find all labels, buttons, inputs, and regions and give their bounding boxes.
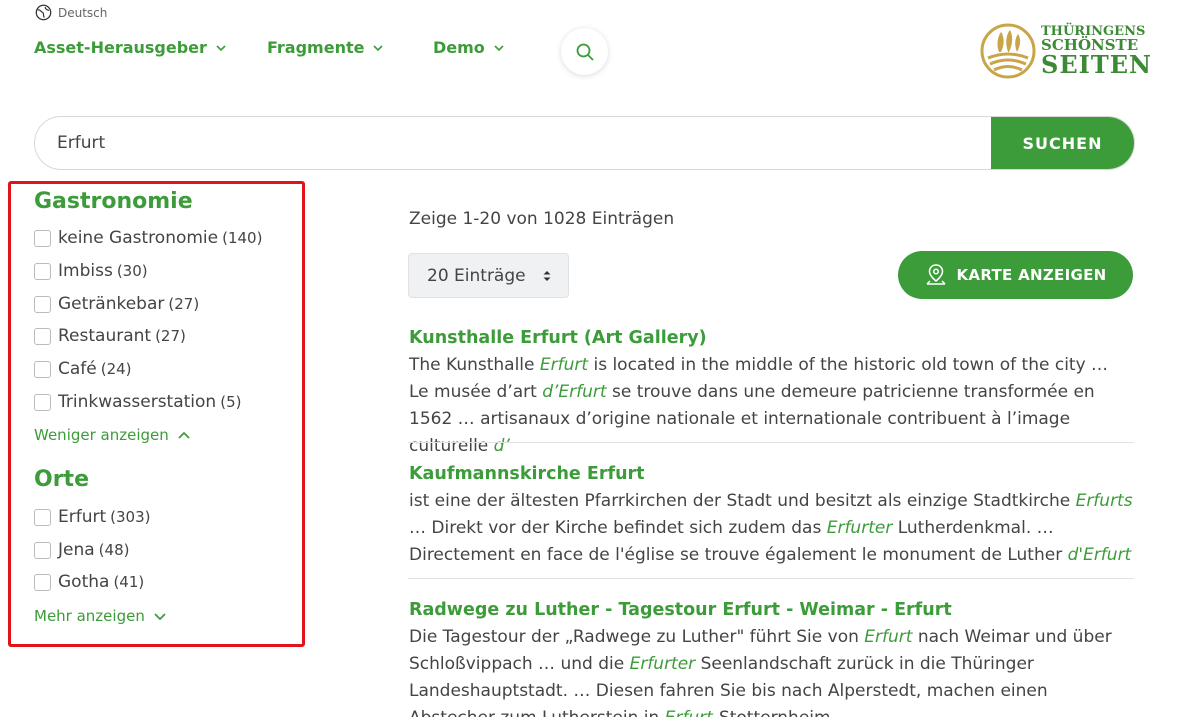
checkbox[interactable] — [34, 295, 51, 313]
search-submit-button[interactable]: SUCHEN — [991, 117, 1134, 169]
result-title-link[interactable]: Kaufmannskirche Erfurt — [409, 461, 1133, 488]
nav-label: Asset-Herausgeber — [34, 38, 207, 57]
filter-option[interactable]: Erfurt (303) — [34, 507, 151, 527]
show-less-toggle[interactable]: Weniger anzeigen — [34, 426, 191, 444]
result-item: Radwege zu Luther - Tagestour Erfurt - W… — [409, 597, 1133, 717]
toggle-label: Weniger anzeigen — [34, 426, 169, 444]
snippet-text: -Stotternheim. — [713, 708, 836, 717]
checkbox[interactable] — [34, 541, 51, 559]
nav-label: Fragmente — [267, 38, 365, 57]
entries-select-value: 20 Einträge — [427, 265, 526, 286]
result-item: Kaufmannskirche Erfurt ist eine der älte… — [409, 461, 1133, 569]
result-title-link[interactable]: Kunsthalle Erfurt (Art Gallery) — [409, 325, 1133, 352]
filter-option[interactable]: Café (24) — [34, 359, 132, 379]
filter-option-count: (27) — [155, 327, 186, 345]
chevron-down-icon — [216, 44, 226, 51]
filter-option-count: (303) — [110, 508, 151, 526]
filter-option-count: (27) — [168, 295, 200, 313]
search-highlight: Erfurter — [629, 654, 696, 674]
select-arrows-icon — [543, 270, 551, 281]
search-highlight: d'Erfurt — [1067, 545, 1132, 565]
filter-option-label: keine Gastronomie — [58, 228, 219, 248]
snippet-text: The Kunsthalle — [409, 355, 540, 375]
filter-option-label: Restaurant — [58, 326, 152, 346]
filter-option-count: (24) — [100, 360, 132, 378]
filter-option[interactable]: Gotha (41) — [34, 572, 144, 592]
snippet-text: Die Tagestour der „Radwege zu Luther" fü… — [409, 627, 865, 647]
search-highlight: d’ — [493, 436, 510, 456]
result-divider — [408, 442, 1134, 443]
filter-option[interactable]: Restaurant (27) — [34, 326, 186, 346]
filter-title-orte: Orte — [34, 467, 89, 492]
checkbox[interactable] — [34, 573, 51, 591]
checkbox[interactable] — [34, 508, 51, 526]
show-map-label: KARTE ANZEIGEN — [956, 266, 1107, 284]
chevron-down-icon — [373, 44, 384, 51]
filter-option-label: Trinkwasserstation — [58, 392, 217, 412]
search-icon — [576, 43, 594, 61]
logo-text: THÜRINGENS SCHÖNSTE SEITEN — [1041, 25, 1152, 77]
chevron-down-icon — [154, 613, 166, 621]
result-snippet: The Kunsthalle Erfurt is located in the … — [409, 352, 1133, 460]
filter-option-count: (48) — [98, 541, 130, 559]
entries-per-page-select[interactable]: 20 Einträge — [408, 253, 569, 298]
filter-option-count: (30) — [116, 262, 148, 280]
filter-option-label: Gotha — [58, 572, 110, 592]
filter-option-label: Erfurt — [58, 507, 107, 527]
search-highlight: Erfurt — [539, 355, 589, 375]
result-item: Kunsthalle Erfurt (Art Gallery) The Kuns… — [409, 325, 1133, 460]
checkbox[interactable] — [34, 327, 51, 345]
snippet-text: ist eine der ältesten Pfarrkirchen der S… — [409, 491, 1076, 511]
filter-option-count: (140) — [222, 229, 263, 247]
filter-option-count: (41) — [113, 573, 145, 591]
snippet-text: … Direkt vor der Kirche befindet sich zu… — [409, 518, 827, 538]
header-search-button[interactable] — [561, 28, 608, 75]
filter-option-count: (5) — [220, 393, 242, 411]
checkbox[interactable] — [34, 360, 51, 378]
filter-title-gastronomie: Gastronomie — [34, 189, 193, 214]
filter-option[interactable]: Getränkebar (27) — [34, 294, 199, 314]
language-switcher[interactable]: Deutsch — [35, 4, 107, 21]
search-input[interactable] — [35, 117, 991, 169]
language-label: Deutsch — [58, 5, 108, 20]
filter-option[interactable]: Imbiss (30) — [34, 261, 148, 281]
globe-icon — [35, 4, 52, 21]
logo-emblem-icon — [980, 23, 1036, 79]
site-logo[interactable]: THÜRINGENS SCHÖNSTE SEITEN — [979, 22, 1152, 80]
nav-fragmente[interactable]: Fragmente — [267, 38, 384, 57]
search-highlight: d’Erfurt — [542, 382, 607, 402]
result-title-link[interactable]: Radwege zu Luther - Tagestour Erfurt - W… — [409, 597, 1133, 624]
checkbox[interactable] — [34, 393, 51, 411]
show-map-button[interactable]: KARTE ANZEIGEN — [898, 251, 1133, 299]
result-snippet: Die Tagestour der „Radwege zu Luther" fü… — [409, 624, 1133, 717]
filter-option-label: Getränkebar — [58, 294, 165, 314]
filter-option[interactable]: Jena (48) — [34, 540, 129, 560]
toggle-label: Mehr anzeigen — [34, 607, 145, 625]
result-divider — [408, 578, 1134, 579]
filter-option-label: Imbiss — [58, 261, 113, 281]
filter-option-label: Café — [58, 359, 97, 379]
search-highlight: Erfurt — [864, 627, 913, 647]
search-form: SUCHEN — [34, 116, 1135, 170]
checkbox[interactable] — [34, 262, 51, 280]
nav-label: Demo — [433, 38, 485, 57]
map-pin-icon — [925, 264, 946, 285]
show-more-toggle[interactable]: Mehr anzeigen — [34, 607, 167, 625]
nav-asset-herausgeber[interactable]: Asset-Herausgeber — [34, 38, 227, 57]
chevron-up-icon — [178, 431, 190, 439]
checkbox[interactable] — [34, 229, 51, 247]
nav-demo[interactable]: Demo — [433, 38, 505, 57]
filter-option-label: Jena — [58, 540, 95, 560]
search-highlight: Erfurter — [826, 518, 893, 538]
chevron-down-icon — [494, 44, 504, 51]
logo-line3: SEITEN — [1041, 50, 1152, 79]
filter-option[interactable]: keine Gastronomie (140) — [34, 228, 262, 248]
filter-option[interactable]: Trinkwasserstation (5) — [34, 392, 241, 412]
result-snippet: ist eine der ältesten Pfarrkirchen der S… — [409, 488, 1133, 569]
search-highlight: Erfurts — [1075, 491, 1133, 511]
search-highlight: Erfurt — [665, 708, 713, 717]
results-summary: Zeige 1-20 von 1028 Einträgen — [409, 209, 675, 229]
